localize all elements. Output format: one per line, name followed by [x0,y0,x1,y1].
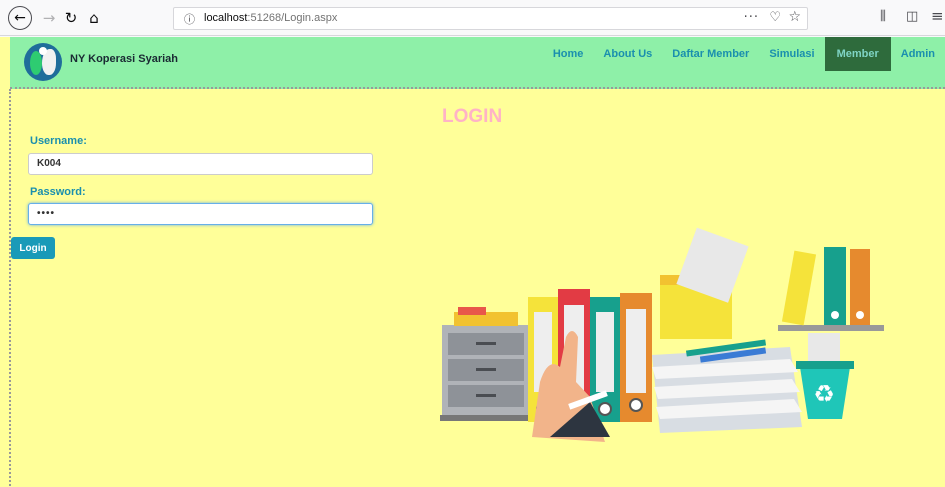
library-icon[interactable]: ⫼ [880,9,886,24]
content-border [9,89,11,487]
pocket-icon[interactable]: ♡ [769,10,781,25]
home-button[interactable]: ⌂ [83,7,105,29]
menu-item-home[interactable]: Home [543,37,594,71]
login-button[interactable]: Login [11,237,55,259]
password-input[interactable]: •••• [28,203,373,225]
office-files-illustration: ♻ [440,227,884,442]
home-icon: ⌂ [89,9,99,27]
file-cabinet-icon [440,307,532,421]
url-bar[interactable]: ⓘ localhost:51268/Login.aspx ··· ♡ ☆ [173,7,808,30]
site-navbar: NY Koperasi Syariah Home About Us Daftar… [10,37,945,89]
info-icon[interactable]: ⓘ [184,11,195,27]
browser-toolbar: ← → ↻ ⌂ ⓘ localhost:51268/Login.aspx ···… [0,0,945,36]
menu-item-member[interactable]: Member [824,37,891,71]
reload-button[interactable]: ↻ [60,7,82,29]
forward-button[interactable]: → [38,7,60,29]
arrow-left-icon: ← [14,10,26,26]
paper-stack-icon [652,339,802,433]
menu-item-about-us[interactable]: About Us [593,37,662,71]
bookmark-star-icon[interactable]: ☆ [788,9,801,25]
svg-text:♻: ♻ [813,380,835,408]
recycle-bin-icon: ♻ [796,333,854,419]
folder-icon [660,227,749,339]
shelf-icon [778,247,884,331]
url-path: :51268/Login.aspx [247,12,338,24]
back-button[interactable]: ← [8,6,32,30]
menu-item-simulasi[interactable]: Simulasi [759,37,824,71]
username-label: Username: [30,135,87,147]
username-input[interactable]: K004 [28,153,373,175]
arrow-right-icon: → [42,9,56,27]
url-text: localhost:51268/Login.aspx [204,12,337,24]
password-label: Password: [30,186,86,198]
main-menu: Home About Us Daftar Member Simulasi Mem… [543,37,945,71]
menu-item-admin[interactable]: Admin [891,37,945,71]
page-actions-icon[interactable]: ··· [744,10,759,25]
url-host: localhost [204,12,248,24]
brand-name[interactable]: NY Koperasi Syariah [70,53,178,65]
hamburger-menu-icon[interactable]: ≡ [931,7,944,25]
page-viewport: NY Koperasi Syariah Home About Us Daftar… [0,37,945,487]
menu-item-daftar-member[interactable]: Daftar Member [662,37,759,71]
sidebar-icon[interactable]: ◫ [906,9,918,24]
reload-icon: ↻ [64,9,78,27]
page-title: LOGIN [442,106,503,127]
logo-icon[interactable] [24,43,62,81]
